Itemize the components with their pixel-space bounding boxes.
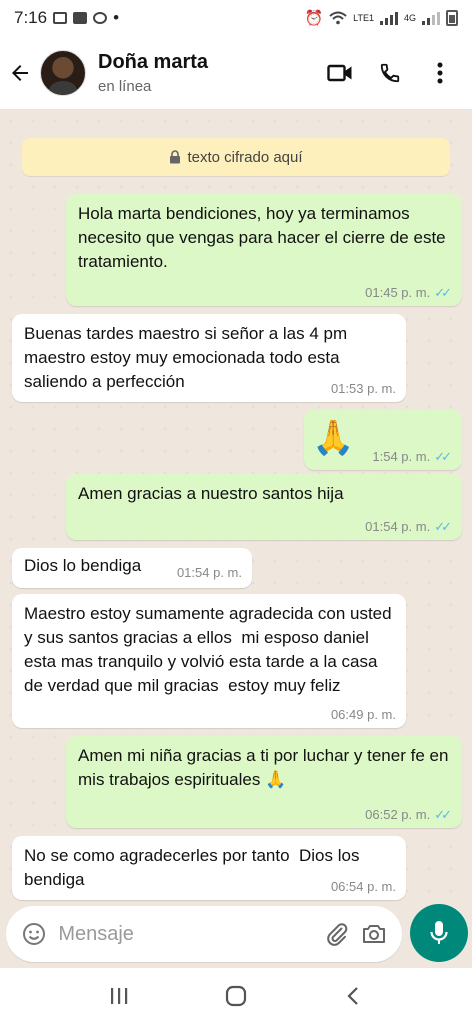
message-time: 1:54 p. m. [372,449,431,464]
message-bubble[interactable]: Hola marta bendiciones, hoy ya terminamo… [66,194,462,306]
battery-icon [446,10,458,26]
message-input-container [6,906,402,962]
status-time: 7:16 [14,8,48,27]
signal-icon-2 [422,11,440,25]
message-input[interactable] [58,922,324,946]
alarm-icon: ⏰ [304,10,324,27]
message-bubble[interactable]: Maestro estoy sumamente agradecida con u… [12,594,406,728]
signal-icon [379,11,398,25]
chat-header: Doña marta en línea [0,36,472,110]
wifi-icon [329,11,347,25]
video-call-icon [327,64,352,81]
message-text: Dios lo bendiga [24,556,142,575]
phone-icon [380,63,400,82]
message-bubble[interactable]: Amen gracias a nuestro santos hija 01:54… [66,474,462,540]
encryption-text: texto cifrado aquí [187,148,303,166]
read-ticks-icon: ✓✓ [434,285,452,300]
paperclip-icon [327,923,348,946]
message-bubble[interactable]: 🙏 1:54 p. m. ✓✓ [304,410,462,470]
camera-icon [362,925,385,943]
lock-icon [170,150,181,164]
composer [0,904,472,968]
message-time: 01:54 p. m. [176,565,242,580]
message-bubble[interactable]: Amen mi niña gracias a ti por luchar y t… [66,736,462,828]
read-ticks-icon: ✓✓ [434,807,452,822]
gallery-notification-icon [53,12,68,24]
status-dot: • [113,8,120,27]
nav-back-icon [347,987,359,1005]
recents-button[interactable] [99,976,139,1016]
network-label: 4G [403,13,416,23]
video-call-button[interactable] [324,57,356,89]
nav-back-button[interactable] [333,976,373,1016]
contact-status: en línea [98,77,152,95]
status-bar: 7:16 • ⏰ LTE1 4G [0,0,472,36]
back-button[interactable] [2,36,38,110]
message-time: 01:45 p. m. [365,285,431,300]
message-time: 01:54 p. m. [365,519,431,534]
contact-info[interactable]: Doña marta en línea [98,51,208,95]
home-button[interactable] [216,976,256,1016]
home-icon [225,985,247,1007]
message-time: 06:54 p. m. [330,879,396,894]
emoji-icon [23,923,46,945]
message-text: Amen gracias a nuestro santos hija [78,484,344,503]
camera-button[interactable] [360,919,388,949]
message-bubble[interactable]: Buenas tardes maestro si señor a las 4 p… [12,314,406,402]
menu-button[interactable] [424,57,456,89]
mic-button[interactable] [410,904,468,962]
message-time: 06:52 p. m. [365,807,431,822]
emoji-button[interactable] [20,919,48,949]
message-bubble[interactable]: Dios lo bendiga 01:54 p. m. [12,548,252,588]
message-text: Hola marta bendiciones, hoy ya terminamo… [78,204,451,271]
youtube-notification-icon [73,12,88,24]
attach-button[interactable] [323,919,351,949]
message-text: Maestro estoy sumamente agradecida con u… [24,604,397,695]
arrow-left-icon [12,64,28,81]
microphone-icon [430,921,448,944]
system-nav-bar [0,968,472,1024]
message-bubble[interactable]: No se como agradecerles por tanto Dios l… [12,836,406,900]
message-text: Amen mi niña gracias a ti por luchar y t… [78,746,454,789]
app-notification-icon [93,12,108,24]
more-vertical-icon [437,62,443,83]
recents-icon [110,988,127,1004]
encryption-banner[interactable]: texto cifrado aquí [22,138,450,176]
lte-label: LTE1 [353,13,374,23]
read-ticks-icon: ✓✓ [434,449,452,464]
avatar[interactable] [40,49,86,96]
chat-area[interactable]: texto cifrado aquí Hola marta bendicione… [0,110,472,906]
message-time: 01:53 p. m. [330,381,396,396]
voice-call-button[interactable] [374,57,406,89]
read-ticks-icon: ✓✓ [434,519,452,534]
message-time: 06:49 p. m. [330,707,396,722]
contact-name: Doña marta [98,50,209,73]
